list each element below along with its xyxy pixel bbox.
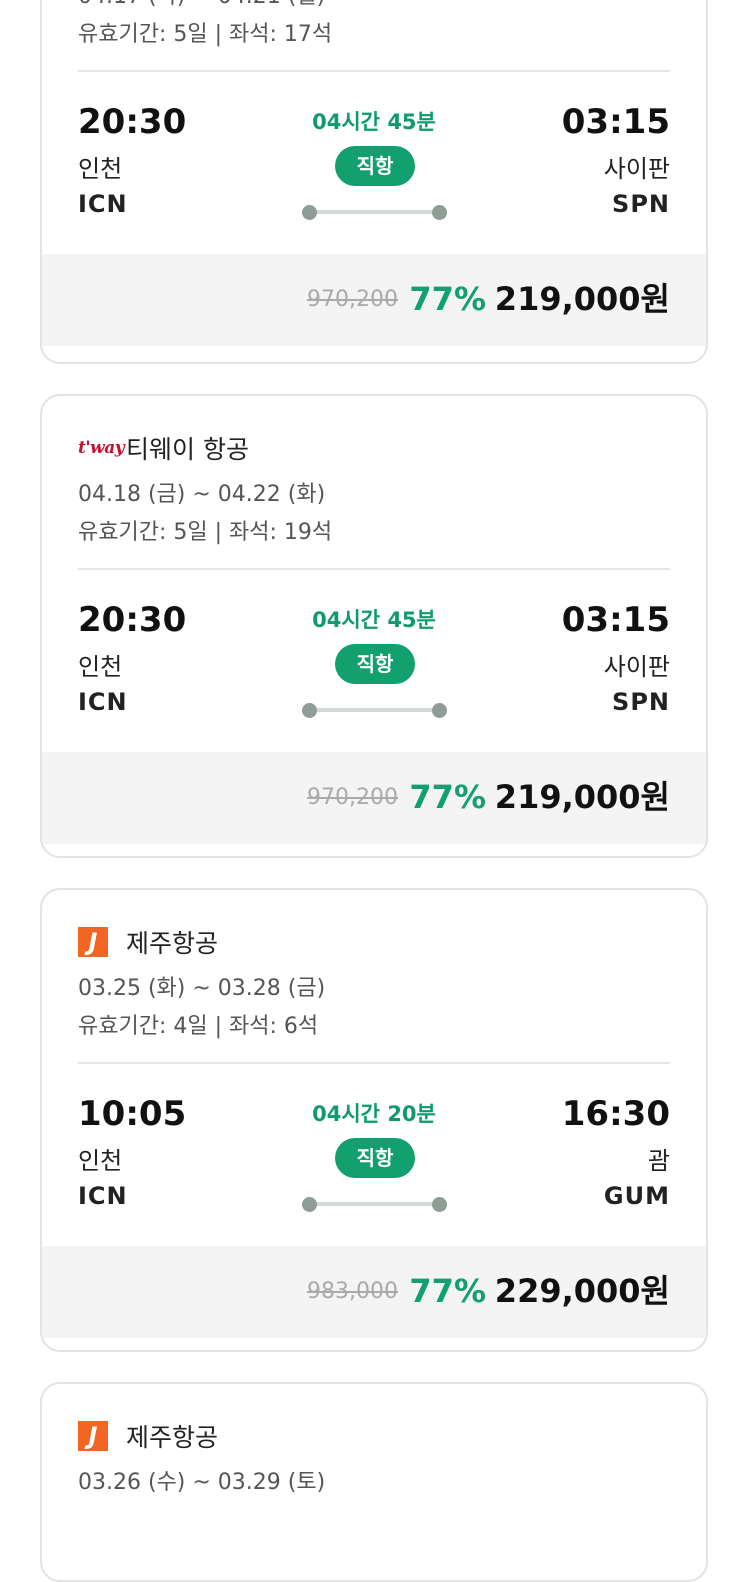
departure-code: ICN <box>78 190 128 218</box>
flight-route: 20:30 인천 ICN 04시간 45분 직항 03:15 사이판 SPN <box>78 72 670 254</box>
airline-name: 제주항공 <box>126 929 219 958</box>
arrival-code: SPN <box>612 688 670 716</box>
destination-dot <box>432 205 447 220</box>
arrival-city: 괌 <box>647 1147 670 1175</box>
discount-rate: 77% <box>409 280 486 318</box>
route-line <box>310 1202 440 1206</box>
travel-dates: 04.17 (목) ~ 04.21 (월) <box>78 0 670 12</box>
airline-row: J 제주항공 <box>78 924 670 960</box>
original-price: 970,200 <box>307 287 398 312</box>
airline-row: t'way 티웨이 항공 <box>78 430 670 466</box>
flight-card[interactable]: t'way 티웨이 항공 04.18 (금) ~ 04.22 (화) 유효기간:… <box>40 394 708 858</box>
price-bar: 970,200 77% 219,000원 <box>42 254 706 346</box>
flight-card[interactable]: J 제주항공 03.26 (수) ~ 03.29 (토) <box>40 1382 708 1582</box>
flight-route: 20:30 인천 ICN 04시간 45분 직항 03:15 사이판 SPN <box>78 570 670 752</box>
arrival-city: 사이판 <box>603 155 670 183</box>
travel-dates: 03.26 (수) ~ 03.29 (토) <box>78 1470 326 1495</box>
destination-dot <box>432 1197 447 1212</box>
flight-card[interactable]: J 제주항공 03.25 (화) ~ 03.28 (금) 유효기간: 4일 | … <box>40 888 708 1352</box>
airline-name: 제주항공 <box>126 1423 219 1452</box>
origin-dot <box>302 703 317 718</box>
departure-city: 인천 <box>78 653 123 681</box>
price-bar: 983,000 77% 229,000원 <box>42 1246 706 1338</box>
discount-rate: 77% <box>409 778 486 816</box>
sale-price: 219,000원 <box>494 778 670 816</box>
departure-city: 인천 <box>78 155 123 183</box>
direct-badge: 직항 <box>335 644 415 684</box>
origin-dot <box>302 1197 317 1212</box>
flight-card[interactable]: 04.17 (목) ~ 04.21 (월) 유효기간: 5일 | 좌석: 17석… <box>40 0 708 364</box>
travel-dates: 03.25 (화) ~ 03.28 (금) <box>78 976 326 1001</box>
validity-seats: 유효기간: 4일 | 좌석: 6석 <box>78 1014 319 1039</box>
validity-seats: 유효기간: 5일 | 좌석: 19석 <box>78 520 333 545</box>
validity-seats: 유효기간: 5일 | 좌석: 17석 <box>78 22 333 47</box>
destination-dot <box>432 703 447 718</box>
arrival-time: 16:30 <box>561 1094 670 1134</box>
arrival-time: 03:15 <box>561 102 670 142</box>
route-line <box>310 210 440 214</box>
departure-city: 인천 <box>78 1147 123 1175</box>
sale-price: 229,000원 <box>494 1272 670 1310</box>
arrival-time: 03:15 <box>561 600 670 640</box>
travel-dates: 04.18 (금) ~ 04.22 (화) <box>78 482 326 507</box>
price-bar: 970,200 77% 219,000원 <box>42 752 706 844</box>
sale-price: 219,000원 <box>494 280 670 318</box>
original-price: 970,200 <box>307 785 398 810</box>
direct-badge: 직항 <box>335 1138 415 1178</box>
arrival-code: GUM <box>603 1182 670 1210</box>
airline-name: 티웨이 항공 <box>126 435 249 464</box>
flight-route: 10:05 인천 ICN 04시간 20분 직항 16:30 괌 GUM <box>78 1064 670 1246</box>
origin-dot <box>302 205 317 220</box>
jeju-air-logo-icon: J <box>78 1421 116 1451</box>
arrival-code: SPN <box>612 190 670 218</box>
discount-rate: 77% <box>409 1272 486 1310</box>
jeju-air-logo-icon: J <box>78 927 116 957</box>
direct-badge: 직항 <box>335 146 415 186</box>
route-line <box>310 708 440 712</box>
departure-code: ICN <box>78 688 128 716</box>
departure-code: ICN <box>78 1182 128 1210</box>
original-price: 983,000 <box>307 1279 398 1304</box>
tway-logo-icon: t'way <box>78 438 125 458</box>
arrival-city: 사이판 <box>603 653 670 681</box>
airline-row: J 제주항공 <box>78 1418 670 1454</box>
